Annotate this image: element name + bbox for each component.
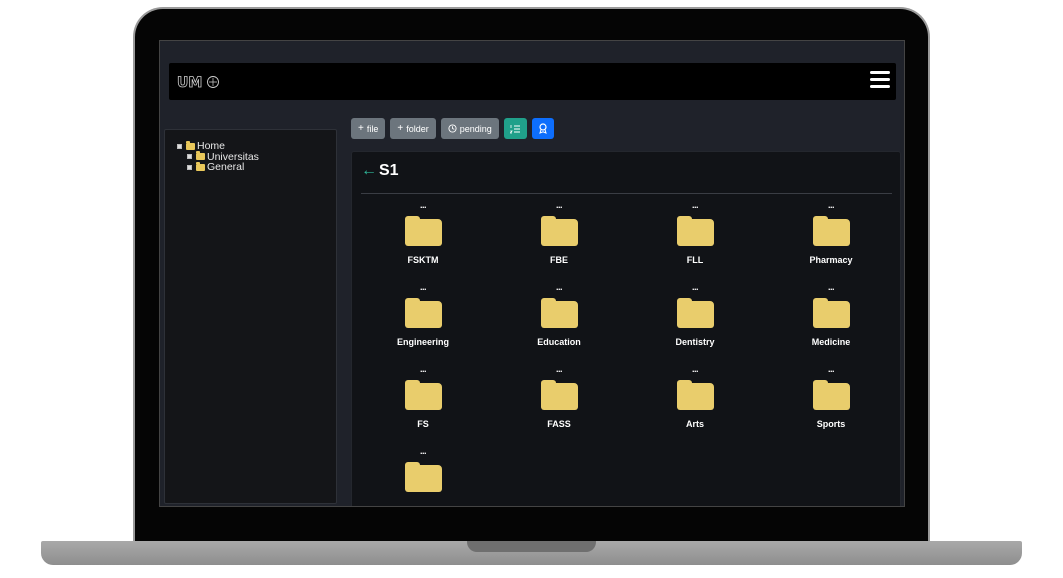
folder-label: Pharmacy bbox=[809, 255, 853, 265]
add-folder-label: folder bbox=[406, 123, 429, 134]
folder-label: Education bbox=[537, 337, 581, 347]
more-options-icon[interactable]: ... bbox=[420, 447, 427, 459]
add-folder-button[interactable]: + folder bbox=[390, 118, 436, 139]
folder-panel: ← S1 ... FSKTM... FBE... FLL... Pharmacy... E… bbox=[351, 151, 901, 506]
screen: UM Home Universitas General + file + fol… bbox=[159, 40, 905, 507]
hamburger-menu-icon[interactable] bbox=[870, 71, 890, 89]
badge-button[interactable] bbox=[531, 118, 554, 139]
more-options-icon[interactable]: ... bbox=[420, 365, 427, 377]
more-options-icon[interactable]: ... bbox=[828, 283, 835, 295]
expand-toggle-icon[interactable] bbox=[187, 154, 192, 160]
folder-icon[interactable] bbox=[404, 216, 442, 246]
folder-label: Medicine bbox=[811, 337, 851, 347]
more-options-icon[interactable]: ... bbox=[420, 201, 427, 213]
navbar: UM bbox=[169, 63, 896, 100]
folder-icon[interactable] bbox=[540, 216, 578, 246]
pending-label: pending bbox=[459, 123, 492, 134]
tree-node-home[interactable]: Home bbox=[177, 140, 259, 152]
folder-label: FSKTM bbox=[407, 255, 439, 265]
folder-icon bbox=[186, 140, 195, 150]
laptop-notch bbox=[467, 541, 596, 552]
folder-item[interactable]: ... FBE bbox=[499, 201, 619, 282]
folder-item[interactable]: ... bbox=[363, 447, 483, 506]
folder-label: Engineering bbox=[396, 337, 449, 347]
more-options-icon[interactable]: ... bbox=[828, 201, 835, 213]
clock-icon bbox=[448, 124, 457, 133]
folder-item[interactable]: ... Arts bbox=[635, 365, 755, 446]
folder-icon[interactable] bbox=[404, 462, 442, 492]
more-options-icon[interactable]: ... bbox=[692, 201, 699, 213]
more-options-icon[interactable]: ... bbox=[556, 283, 563, 295]
folder-item[interactable]: ... FASS bbox=[499, 365, 619, 446]
more-options-icon[interactable]: ... bbox=[556, 365, 563, 377]
svg-text:UM: UM bbox=[177, 75, 202, 90]
folder-icon[interactable] bbox=[404, 298, 442, 328]
tree-node-label[interactable]: General bbox=[207, 162, 244, 173]
tree-node-general[interactable]: General bbox=[187, 161, 259, 173]
folder-label: FBE bbox=[550, 255, 568, 265]
folder-item[interactable]: ... FS bbox=[363, 365, 483, 446]
more-options-icon[interactable]: ... bbox=[692, 365, 699, 377]
folder-item[interactable]: ... Engineering bbox=[363, 283, 483, 364]
folder-item[interactable]: ... Sports bbox=[771, 365, 891, 446]
folder-icon bbox=[196, 161, 205, 171]
brand-logo[interactable]: UM bbox=[177, 73, 221, 91]
tree-node-label[interactable]: Home bbox=[197, 141, 225, 152]
folder-icon[interactable] bbox=[676, 298, 714, 328]
page-title: S1 bbox=[379, 162, 399, 179]
folder-icon bbox=[196, 151, 205, 161]
folder-icon[interactable] bbox=[404, 380, 442, 410]
folder-label: Arts bbox=[685, 419, 704, 429]
folder-icon[interactable] bbox=[812, 380, 850, 410]
folder-icon[interactable] bbox=[812, 216, 850, 246]
folder-item[interactable]: ... FLL bbox=[635, 201, 755, 282]
folder-item[interactable]: ... Pharmacy bbox=[771, 201, 891, 282]
folder-item[interactable]: ... FSKTM bbox=[363, 201, 483, 282]
expand-toggle-icon[interactable] bbox=[187, 164, 192, 170]
folder-label: Sports bbox=[816, 419, 846, 429]
add-file-button[interactable]: + file bbox=[351, 118, 386, 139]
folder-item[interactable]: ... Medicine bbox=[771, 283, 891, 364]
sort-list-button[interactable] bbox=[503, 118, 527, 139]
more-options-icon[interactable]: ... bbox=[828, 365, 835, 377]
folder-icon[interactable] bbox=[540, 380, 578, 410]
award-icon bbox=[539, 123, 547, 134]
plus-icon: + bbox=[397, 123, 404, 134]
ordered-list-icon bbox=[509, 124, 520, 133]
more-options-icon[interactable]: ... bbox=[556, 201, 563, 213]
collapse-toggle-icon[interactable] bbox=[177, 143, 182, 149]
folder-label: Dentistry bbox=[675, 337, 715, 347]
add-file-label: file bbox=[366, 123, 379, 134]
more-options-icon[interactable]: ... bbox=[420, 283, 427, 295]
folder-item[interactable]: ... Education bbox=[499, 283, 619, 364]
plus-icon: + bbox=[358, 123, 364, 134]
folder-tree-sidebar: Home Universitas General bbox=[164, 129, 337, 504]
folder-item[interactable]: ... Dentistry bbox=[635, 283, 755, 364]
divider bbox=[361, 193, 892, 194]
folder-icon[interactable] bbox=[676, 380, 714, 410]
folder-label: FLL bbox=[686, 255, 704, 265]
pending-button[interactable]: pending bbox=[440, 118, 499, 139]
folder-label: FASS bbox=[547, 419, 571, 429]
folder-tree: Home Universitas General bbox=[177, 140, 259, 173]
toolbar: + file + folder pending bbox=[351, 118, 554, 139]
folder-label: FS bbox=[417, 419, 429, 429]
panel-header: ← S1 bbox=[361, 162, 399, 180]
folder-icon[interactable] bbox=[540, 298, 578, 328]
back-arrow-icon[interactable]: ← bbox=[361, 163, 377, 179]
more-options-icon[interactable]: ... bbox=[692, 283, 699, 295]
folder-icon[interactable] bbox=[676, 216, 714, 246]
folder-icon[interactable] bbox=[812, 298, 850, 328]
um-logo-icon: UM bbox=[177, 75, 219, 90]
